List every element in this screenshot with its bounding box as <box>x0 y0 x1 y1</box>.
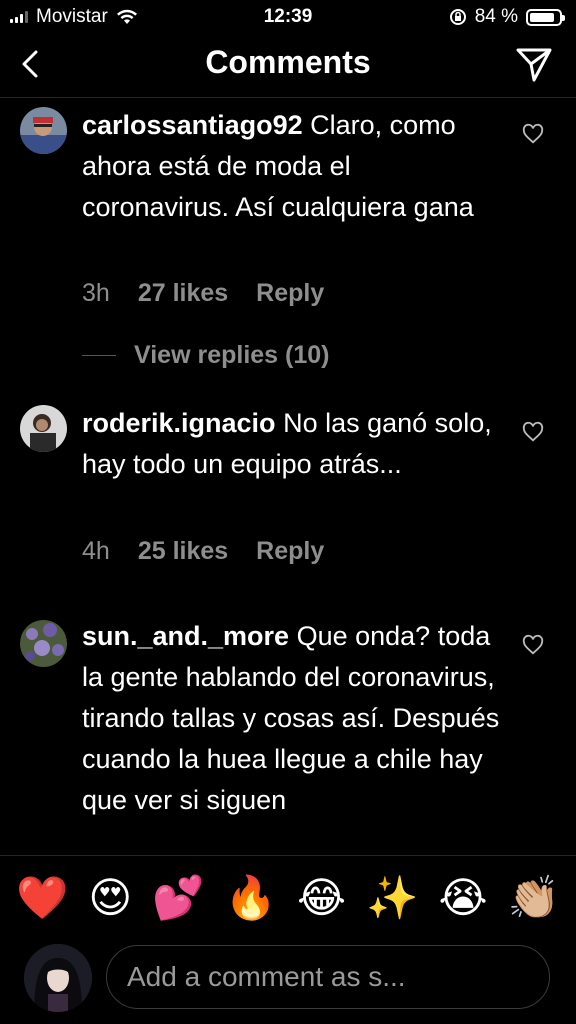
comment-meta: 4h 25 likes Reply <box>82 537 324 566</box>
battery-fill <box>530 12 554 22</box>
comment-item: sun._and._more Que onda? toda la gente h… <box>0 614 576 855</box>
comment-text: sun._and._more Que onda? toda la gente h… <box>82 616 502 821</box>
crying-emoji-button[interactable]: 😭 <box>438 876 487 919</box>
comment-item: roderik.ignacio No las ganó solo, hay to… <box>0 399 576 599</box>
like-button[interactable] <box>522 123 544 145</box>
paper-plane-icon <box>516 48 552 82</box>
comment-item: carlossantiago92 Claro, como ahora está … <box>0 99 576 389</box>
view-replies-label: View replies (10) <box>134 341 330 369</box>
comment-input[interactable] <box>106 945 550 1009</box>
heart-icon <box>522 421 544 442</box>
fire-emoji-button[interactable]: 🔥 <box>225 876 277 919</box>
comment-meta: 3h 27 likes Reply <box>82 279 324 308</box>
comment-text: carlossantiago92 Claro, como ahora está … <box>82 105 502 228</box>
reply-button[interactable]: Reply <box>256 537 324 566</box>
like-button[interactable] <box>522 421 544 443</box>
comment-text: roderik.ignacio No las ganó solo, hay to… <box>82 403 502 485</box>
comments-list[interactable]: carlossantiago92 Claro, como ahora está … <box>0 99 576 855</box>
share-button[interactable] <box>514 44 554 84</box>
divider <box>82 355 116 356</box>
comment-username[interactable]: sun._and._more <box>82 621 289 651</box>
header: Comments <box>0 34 576 98</box>
emoji-bar: ❤️ 😍 💕 🔥 😂 ✨ 😭 👏🏼 <box>0 855 576 939</box>
status-bar: Movistar 12:39 84 % <box>0 0 576 34</box>
comment-input-bar <box>0 939 576 1024</box>
page-title: Comments <box>205 44 371 80</box>
comment-username[interactable]: carlossantiago92 <box>82 110 303 140</box>
clapping-emoji-button[interactable]: 👏🏼 <box>508 876 560 919</box>
heart-emoji-button[interactable]: ❤️ <box>16 876 68 919</box>
reply-button[interactable]: Reply <box>256 279 324 308</box>
status-right: 84 % <box>449 6 565 28</box>
avatar[interactable] <box>20 107 67 154</box>
sparkles-emoji-button[interactable]: ✨ <box>366 876 418 919</box>
comment-likes[interactable]: 27 likes <box>138 279 228 308</box>
view-replies-button[interactable]: View replies (10) <box>82 341 329 370</box>
avatar <box>24 944 92 1012</box>
comment-username[interactable]: roderik.ignacio <box>82 408 276 438</box>
comment-time: 4h <box>82 537 110 565</box>
battery-percent: 84 % <box>474 6 518 27</box>
heart-icon <box>522 634 544 655</box>
like-button[interactable] <box>522 634 544 656</box>
avatar[interactable] <box>20 620 67 667</box>
tears-of-joy-emoji-button[interactable]: 😂 <box>297 876 346 919</box>
heart-eyes-emoji-button[interactable]: 😍 <box>88 876 132 919</box>
avatar[interactable] <box>20 405 67 452</box>
comment-likes[interactable]: 25 likes <box>138 537 228 566</box>
comment-time: 3h <box>82 279 110 307</box>
rotation-lock-icon <box>449 9 466 25</box>
two-hearts-emoji-button[interactable]: 💕 <box>152 876 204 919</box>
battery-icon <box>526 8 565 26</box>
heart-icon <box>522 123 544 144</box>
